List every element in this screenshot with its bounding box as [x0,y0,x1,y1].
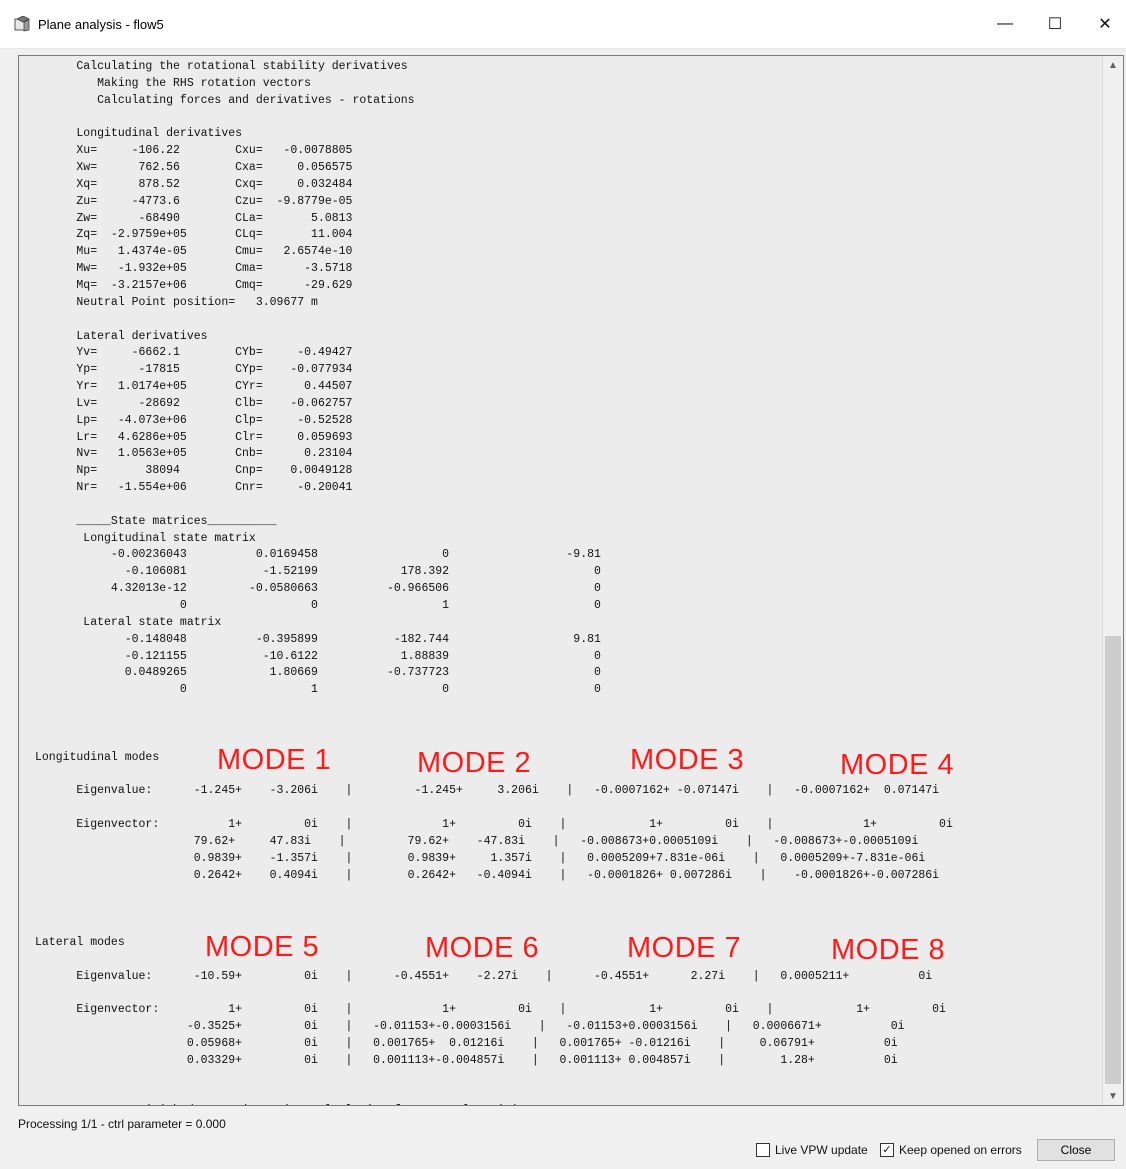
mode-7-label: MODE 7 [627,932,742,964]
output-log-panel[interactable]: Calculating the rotational stability der… [18,55,1124,1106]
keep-opened-on-errors-label: Keep opened on errors [899,1143,1022,1157]
app-icon [14,16,30,32]
checkbox-box[interactable]: ✓ [880,1143,894,1157]
mode-8-label: MODE 8 [831,934,946,966]
close-icon: ✕ [1098,16,1112,33]
scrollbar-thumb[interactable] [1105,636,1121,1084]
checkbox-box[interactable] [756,1143,770,1157]
live-vpw-update-checkbox[interactable]: Live VPW update [756,1143,868,1157]
mode-2-label: MODE 2 [417,747,532,779]
maximize-button[interactable]: ☐ [1030,0,1080,48]
mode-5-label: MODE 5 [205,931,320,963]
maximize-icon: ☐ [1047,16,1063,33]
minimize-icon: — [997,15,1013,32]
close-button[interactable]: Close [1037,1139,1115,1161]
title-bar: Plane analysis - flow5 — ☐ ✕ [0,0,1126,49]
mode-3-label: MODE 3 [630,744,745,776]
scroll-up-icon[interactable]: ▲ [1103,56,1123,74]
minimize-button[interactable]: — [980,0,1030,48]
mode-1-label: MODE 1 [217,744,332,776]
vertical-scrollbar[interactable]: ▲ ▼ [1102,56,1123,1105]
scroll-down-icon[interactable]: ▼ [1103,1087,1123,1105]
mode-6-label: MODE 6 [425,932,540,964]
keep-opened-on-errors-checkbox[interactable]: ✓ Keep opened on errors [880,1143,1022,1157]
check-icon: ✓ [882,1144,892,1156]
status-text: Processing 1/1 - ctrl parameter = 0.000 [18,1117,226,1131]
mode-4-label: MODE 4 [840,749,955,781]
window-title: Plane analysis - flow5 [38,17,164,32]
live-vpw-update-label: Live VPW update [775,1143,868,1157]
close-window-button[interactable]: ✕ [1080,0,1126,48]
